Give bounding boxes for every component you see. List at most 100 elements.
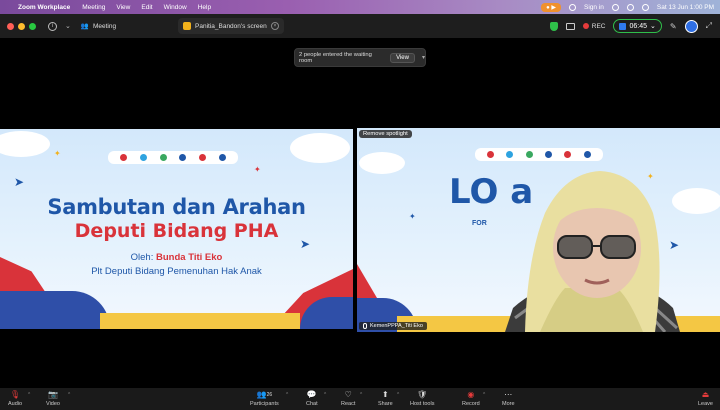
leave-button[interactable]: ⏏ Leave — [698, 390, 713, 407]
participants-label: Participants — [250, 401, 279, 407]
remove-spotlight-button[interactable]: Remove spotlight — [359, 130, 412, 138]
audio-button[interactable]: 🎙 Audio — [8, 390, 22, 407]
waiting-room-text: 2 people entered the waiting room — [299, 51, 372, 64]
menu-edit[interactable]: Edit — [141, 4, 152, 11]
chevron-up-icon[interactable]: ⌃ — [67, 392, 71, 398]
chevron-up-icon[interactable]: ⌃ — [323, 392, 327, 398]
record-label: Record — [462, 401, 480, 407]
cloud-shape — [290, 133, 350, 163]
chat-icon: 💬 — [306, 390, 317, 399]
logo-icon — [218, 154, 226, 161]
video-button[interactable]: 📷 Video — [46, 390, 60, 407]
star-icon: ✦ — [54, 149, 61, 158]
meeting-controls-toolbar: 🎙 Audio ⌃ 📷 Video ⌃ 👥 26 Participants ⌃ 💬… — [0, 388, 720, 410]
minimize-window-button[interactable] — [18, 22, 25, 30]
chevron-down-icon: ⌄ — [650, 23, 656, 30]
record-dot-icon — [582, 23, 589, 29]
avatar[interactable] — [684, 19, 698, 33]
status-icon[interactable] — [569, 3, 577, 11]
close-icon[interactable]: × — [271, 22, 279, 30]
people-icon: 👥 — [80, 23, 89, 30]
chevron-down-icon[interactable]: ▾ — [422, 54, 425, 61]
control-center-icon[interactable] — [641, 3, 649, 11]
wifi-icon[interactable] — [611, 3, 619, 11]
heart-icon: ♡ — [344, 390, 352, 399]
paper-plane-icon: ➤ — [14, 175, 25, 189]
slide-speaker-role: Plt Deputi Bidang Pemenuhan Hak Anak — [91, 266, 262, 277]
sponsor-logo-bar — [475, 148, 603, 161]
rec-label: REC — [591, 22, 606, 30]
chevron-up-icon[interactable]: ⌃ — [27, 392, 31, 398]
logo-icon — [179, 154, 187, 161]
meeting-timer[interactable]: 06:45 ⌄ — [613, 19, 662, 33]
slide-speaker: Oleh: Bunda Titi Eko — [0, 252, 353, 263]
participants-count: 26 — [266, 391, 273, 398]
share-button[interactable]: ⬆ Share — [378, 390, 393, 407]
fullscreen-icon[interactable]: ⤢ — [706, 21, 712, 31]
annotate-icon[interactable]: ✎ — [670, 22, 677, 31]
participant-name: KemenPPPA_Titi Eko — [370, 323, 423, 329]
close-window-button[interactable] — [7, 22, 14, 30]
chevron-up-icon[interactable]: ⌃ — [359, 392, 363, 398]
menu-view[interactable]: View — [116, 4, 130, 11]
menu-meeting[interactable]: Meeting — [82, 4, 105, 11]
recording-indicator[interactable]: REC — [582, 22, 606, 30]
info-icon[interactable]: i — [48, 21, 57, 31]
cloud-shape — [359, 152, 405, 174]
more-button[interactable]: ⋯ More — [502, 390, 515, 407]
logo-icon — [198, 154, 206, 161]
chevron-up-icon[interactable]: ⌃ — [396, 392, 400, 398]
star-icon: ✦ — [254, 165, 261, 174]
video-label: Video — [46, 401, 60, 407]
screen-share-status-pill[interactable]: ● ▶ — [541, 2, 562, 12]
logo-icon — [545, 151, 553, 158]
clock[interactable]: Sat 13 Jun 1:00 PM — [657, 4, 714, 11]
logo-icon — [564, 151, 572, 158]
sign-in-link[interactable]: Sign in — [584, 4, 604, 11]
logo-icon — [506, 151, 514, 158]
participants-button[interactable]: 👥 26 Participants — [250, 390, 279, 407]
react-label: React — [341, 401, 356, 407]
more-dots-icon: ⋯ — [504, 390, 513, 399]
logo-icon — [525, 151, 533, 158]
speaker-name: Bunda Titi Eko — [156, 252, 223, 263]
speaker-prefix: Oleh: — [130, 252, 156, 263]
host-tools-button[interactable]: 🛡 Host tools — [410, 390, 434, 407]
logo-icon — [159, 154, 167, 161]
shared-slide-tile[interactable]: ✦ ✦ ➤ ➤ Sambutan dan Arahan Deputi Bidan… — [0, 129, 353, 329]
view-waiting-room-button[interactable]: View — [390, 52, 415, 63]
slide-title-line1: Sambutan dan Arahan — [47, 195, 306, 219]
share-screen-icon — [183, 22, 191, 30]
zoom-titlebar: i ⌄ 👥 Meeting Panitia_Bandon's screen × … — [0, 14, 720, 38]
audio-label: Audio — [8, 401, 23, 407]
chevron-up-icon[interactable]: ⌃ — [482, 392, 486, 398]
tab-shared-screen[interactable]: Panitia_Bandon's screen × — [178, 18, 284, 34]
search-icon[interactable] — [626, 3, 634, 11]
ground-shape — [100, 313, 300, 329]
tab-meeting-label: Meeting — [92, 22, 117, 30]
record-button[interactable]: ◉ Record — [462, 390, 480, 407]
camera-off-icon: 📷 — [48, 390, 58, 399]
camera-icon[interactable] — [565, 22, 575, 30]
participant-name-tag: KemenPPPA_Titi Eko — [359, 322, 427, 330]
microphone-icon — [363, 323, 367, 329]
app-name-menu[interactable]: Zoom Workplace — [18, 4, 70, 11]
tab-meeting[interactable]: 👥 Meeting — [80, 22, 117, 31]
logo-icon — [139, 154, 147, 161]
menu-window[interactable]: Window — [164, 4, 187, 11]
maximize-window-button[interactable] — [29, 22, 36, 30]
menu-help[interactable]: Help — [198, 4, 211, 11]
chat-button[interactable]: 💬 Chat — [306, 390, 318, 407]
hill-shape — [0, 291, 110, 329]
timer-icon — [619, 22, 627, 30]
record-icon: ◉ — [467, 390, 475, 399]
react-button[interactable]: ♡ React — [341, 390, 355, 407]
chevron-down-icon[interactable]: ⌄ — [65, 22, 71, 30]
host-tools-label: Host tools — [410, 401, 435, 407]
encryption-shield-icon[interactable] — [549, 21, 558, 31]
speaker-video-tile[interactable]: LO a FOR ✦ ✦ ➤ Remove spotlight KemenPPP… — [357, 128, 720, 332]
chevron-up-icon[interactable]: ⌃ — [285, 392, 289, 398]
people-icon: 👥 26 — [256, 390, 273, 399]
shield-icon: 🛡 — [417, 390, 428, 399]
speaker-person — [505, 171, 680, 332]
